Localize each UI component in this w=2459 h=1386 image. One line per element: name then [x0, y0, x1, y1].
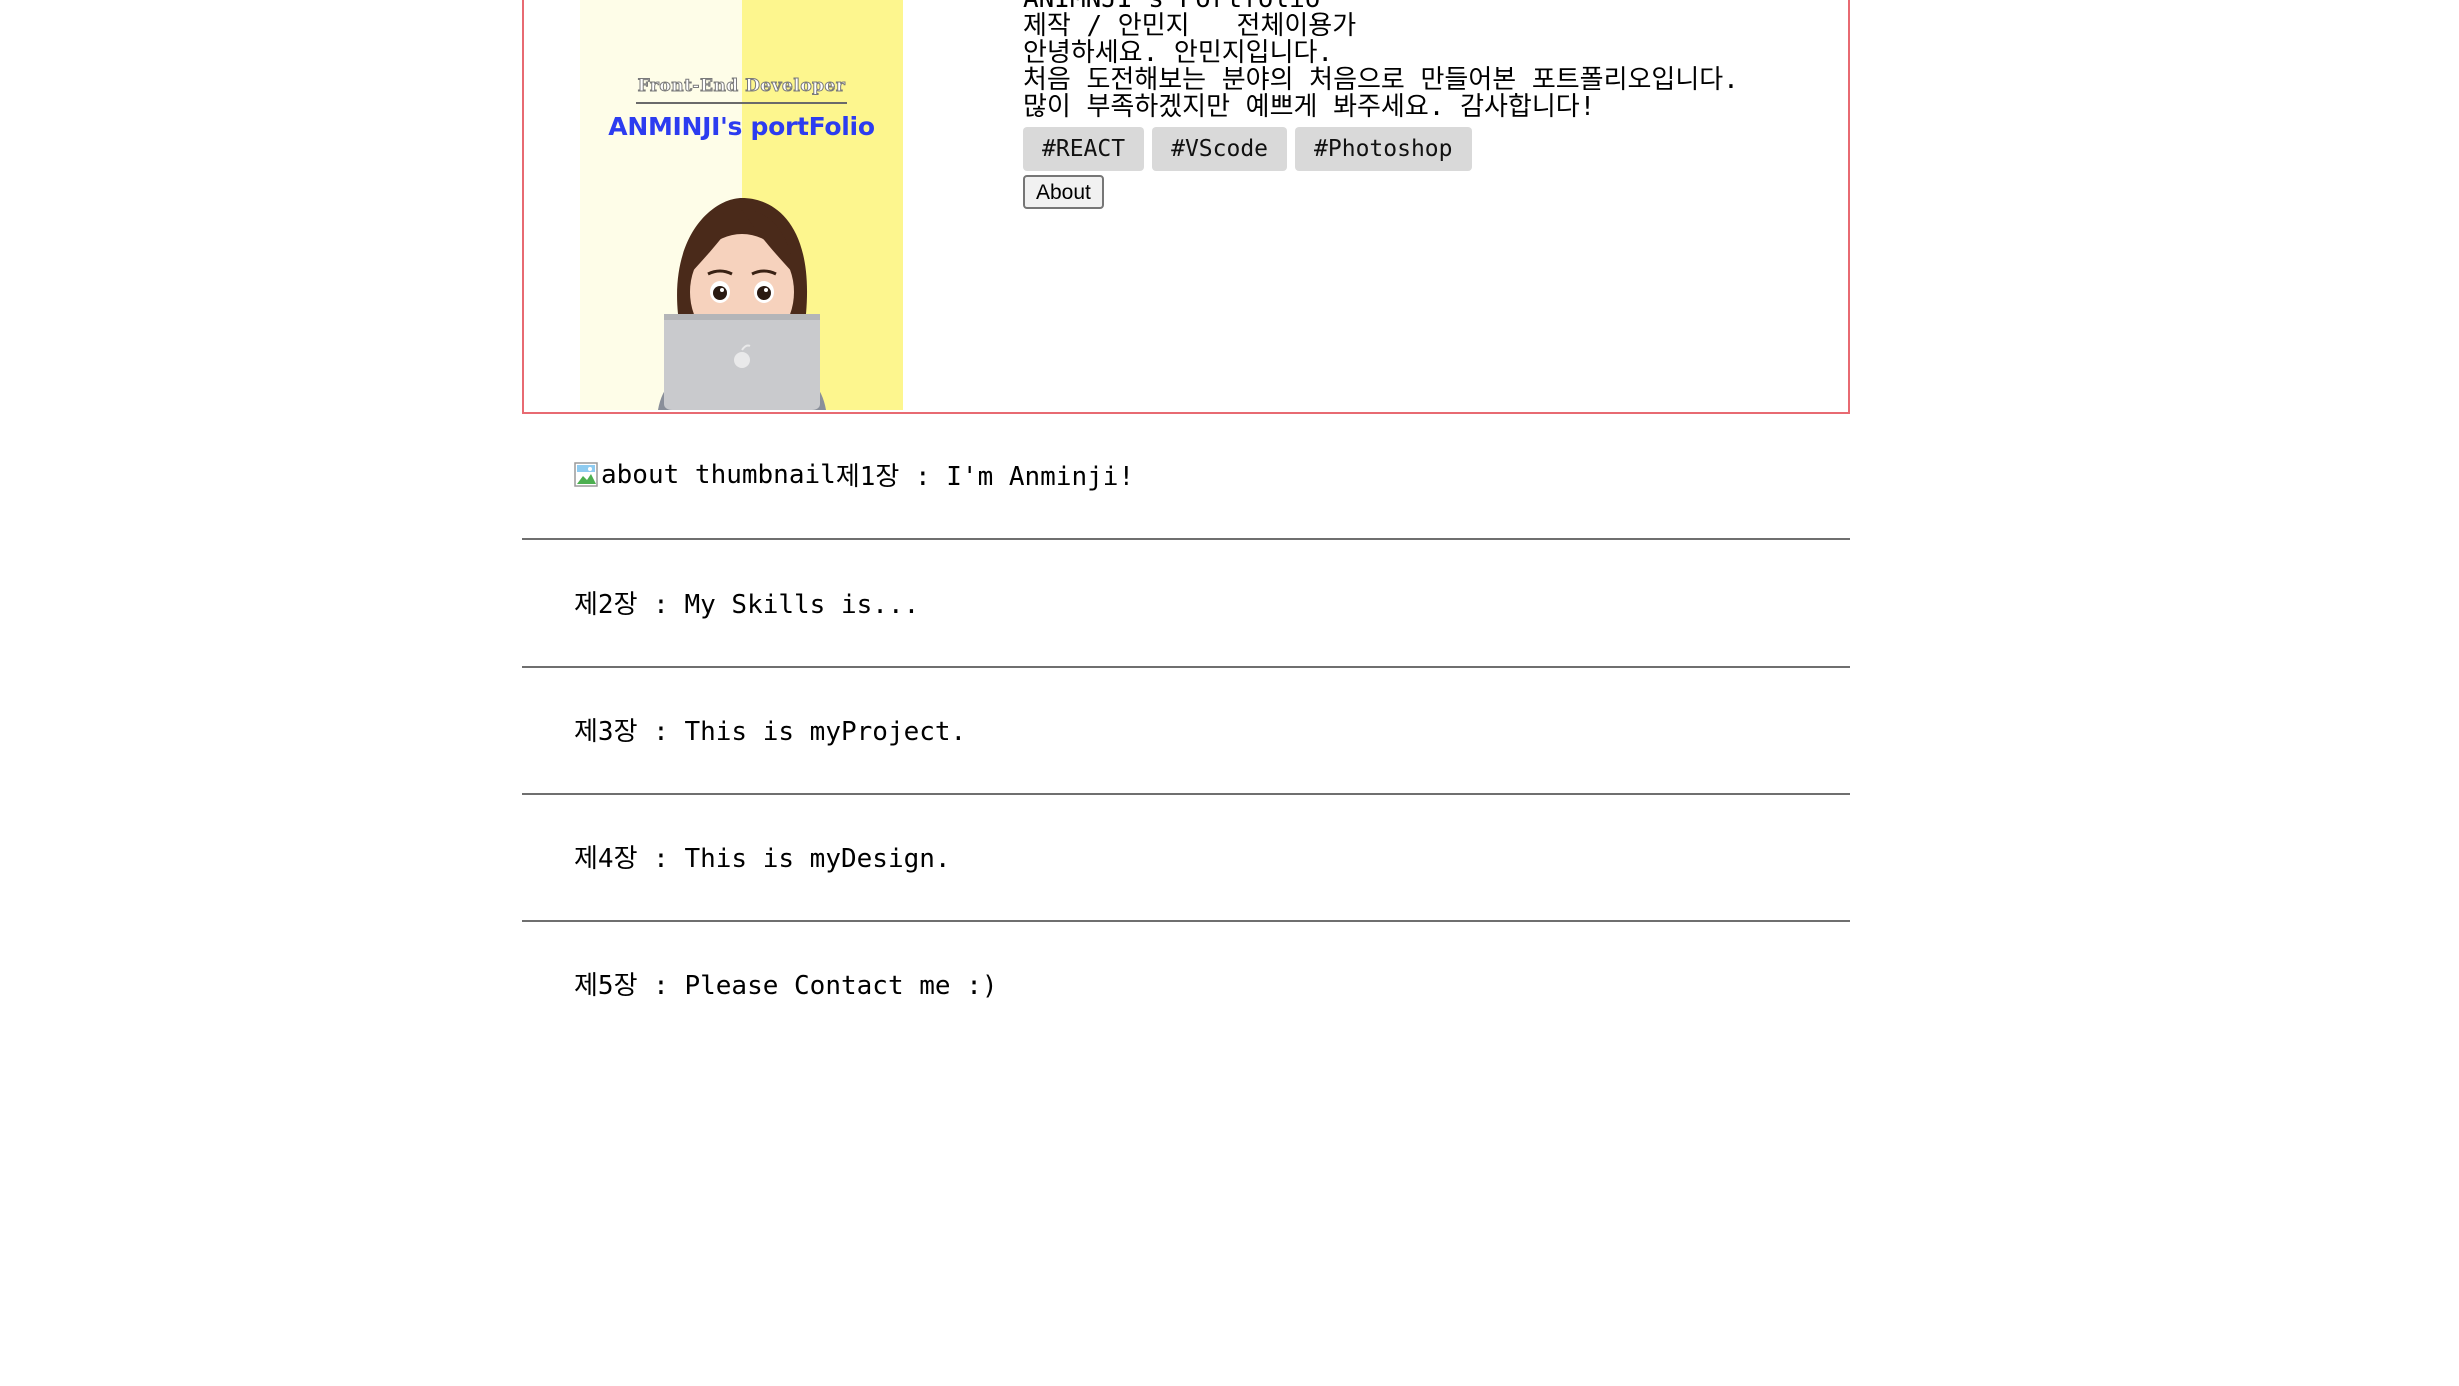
greeting-line: 안녕하세요. 안민지입니다.	[1023, 38, 1334, 68]
intro-text: ANIMNJI's Portfolio 제작 / 안민지 전체이용가 안녕하세요…	[1023, 0, 1823, 209]
thumbnail-title: ANMINJI's portFolio	[608, 112, 875, 141]
intro-card: Front-End Developer ANMINJI's portFolio	[522, 0, 1850, 414]
chapter-4-title[interactable]: 제4장 : This is myDesign.	[574, 838, 951, 875]
chapter-2-title[interactable]: 제2장 : My Skills is...	[574, 584, 919, 621]
thumbnail-underline	[636, 102, 847, 104]
chapter-5-title[interactable]: 제5장 : Please Contact me :)	[574, 965, 998, 1002]
tag-photoshop: #Photoshop	[1295, 127, 1472, 171]
portfolio-thumbnail: Front-End Developer ANMINJI's portFolio	[580, 0, 903, 410]
about-thumbnail-image: about thumbnail	[574, 460, 836, 490]
broken-image-icon	[574, 461, 598, 487]
thumbnail-subtitle: Front-End Developer	[637, 76, 846, 97]
avatar-illustration	[658, 198, 826, 410]
chapter-2[interactable]: 제2장 : My Skills is...	[522, 542, 1850, 668]
about-thumbnail-alt: about thumbnail	[601, 459, 836, 490]
about-button[interactable]: About	[1023, 175, 1104, 209]
chapter-1-title[interactable]: about thumbnail 제1장 : I'm Anminji!	[574, 456, 1134, 493]
chapter-4[interactable]: 제4장 : This is myDesign.	[522, 796, 1850, 922]
intro-line-1: 처음 도전해보는 분야의 처음으로 만들어본 포트폴리오입니다.	[1023, 65, 1739, 95]
intro-line-2: 많이 부족하겠지만 예쁘게 봐주세요. 감사합니다!	[1023, 92, 1596, 122]
chapter-3-title[interactable]: 제3장 : This is myProject.	[574, 711, 966, 748]
chapter-1[interactable]: about thumbnail 제1장 : I'm Anminji!	[522, 414, 1850, 540]
skill-tags: #REACT #VScode #Photoshop	[1023, 127, 1823, 171]
chapter-1-label: 제1장 : I'm Anminji!	[835, 462, 1135, 492]
credits-line: 제작 / 안민지 전체이용가	[1023, 11, 1357, 41]
tag-react: #REACT	[1023, 127, 1145, 171]
chapter-3[interactable]: 제3장 : This is myProject.	[522, 669, 1850, 795]
page: Front-End Developer ANMINJI's portFolio	[0, 0, 2459, 1386]
chapter-5[interactable]: 제5장 : Please Contact me :)	[522, 923, 1850, 1049]
tag-vscode: #VScode	[1152, 127, 1288, 171]
